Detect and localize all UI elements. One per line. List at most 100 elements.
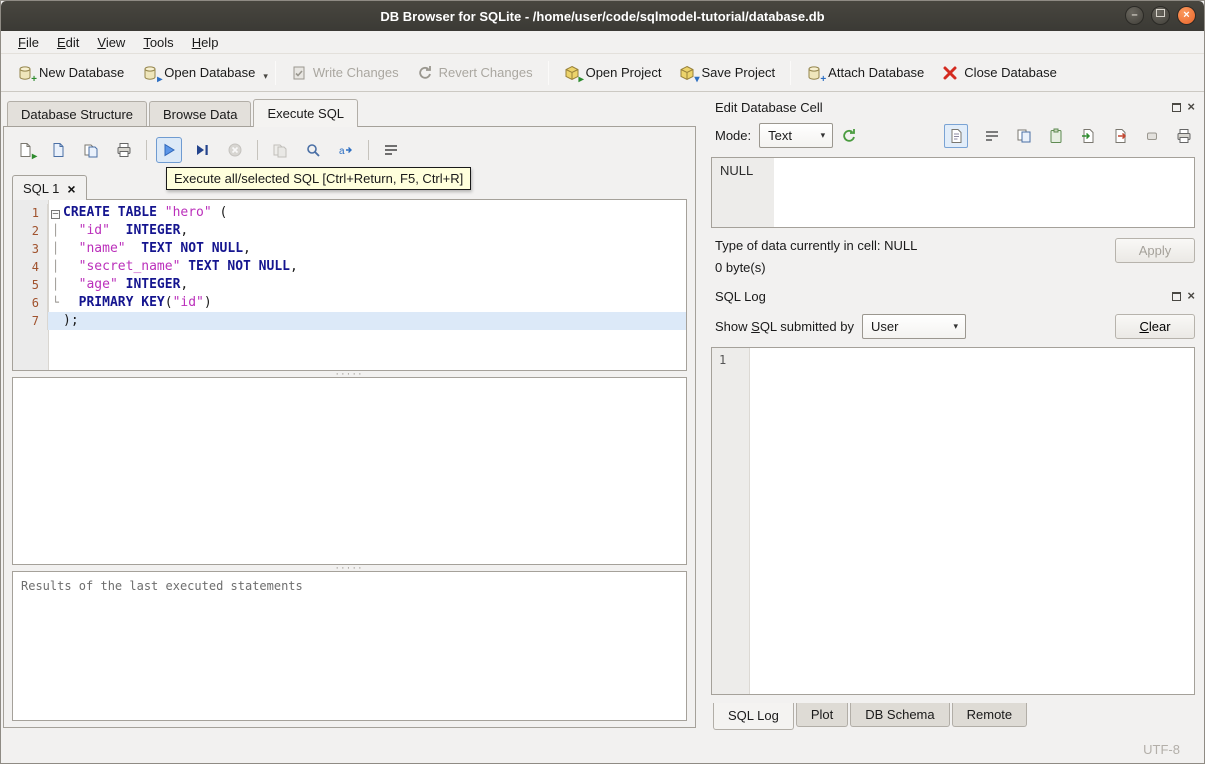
open-database-button[interactable]: ▸ Open Database xyxy=(134,59,263,87)
attach-database-label: Attach Database xyxy=(828,65,925,80)
tab-remote[interactable]: Remote xyxy=(951,703,1028,727)
editor-line[interactable]: 3 │ "name" TEXT NOT NULL, xyxy=(13,240,686,258)
project-open-icon: ▸ xyxy=(564,65,584,84)
save-sql-as-icon xyxy=(83,142,99,158)
save-project-button[interactable]: ▾ Save Project xyxy=(671,59,783,87)
tab-execute-sql[interactable]: Execute SQL xyxy=(253,99,359,127)
export-cell-button[interactable] xyxy=(1112,128,1128,144)
write-changes-button[interactable]: Write Changes xyxy=(283,59,407,87)
mode-select[interactable]: Text ▾ xyxy=(759,123,834,148)
line-number: 5 xyxy=(13,276,48,294)
line-number: 2 xyxy=(13,222,48,240)
execute-all-button[interactable] xyxy=(156,137,182,163)
stop-execution-button[interactable] xyxy=(222,137,248,163)
editor-line[interactable]: 2 │ "id" INTEGER, xyxy=(13,222,686,240)
results-grid-pane[interactable] xyxy=(12,377,687,565)
code-token: "name" xyxy=(78,241,126,256)
menu-file[interactable]: File xyxy=(9,33,48,52)
splitter-dots-icon: ····· xyxy=(335,368,364,380)
edit-cell-title: Edit Database Cell xyxy=(715,99,823,115)
window-title: DB Browser for SQLite - /home/user/code/… xyxy=(380,8,825,24)
code-token: CREATE TABLE xyxy=(63,205,157,220)
print-sql-button[interactable] xyxy=(111,137,137,163)
print-cell-button[interactable] xyxy=(1176,128,1192,144)
sql-log-area[interactable]: 1 xyxy=(711,347,1195,695)
sql-log-header: SQL Log × xyxy=(711,285,1195,307)
fold-marker: │ xyxy=(52,224,59,237)
close-tab-icon[interactable]: × xyxy=(67,182,75,196)
find-button[interactable] xyxy=(300,137,326,163)
titlebar[interactable]: DB Browser for SQLite - /home/user/code/… xyxy=(1,1,1204,31)
editor-line[interactable]: 5 │ "age" INTEGER, xyxy=(13,276,686,294)
log-line-number: 1 xyxy=(719,353,727,367)
save-sql-as-button[interactable] xyxy=(78,137,104,163)
minimize-button[interactable]: – xyxy=(1125,6,1144,25)
cell-content-editor[interactable]: NULL xyxy=(711,157,1195,228)
editor-line[interactable]: 4 │ "secret_name" TEXT NOT NULL, xyxy=(13,258,686,276)
save-results-button[interactable] xyxy=(267,137,293,163)
word-wrap-icon xyxy=(383,142,399,158)
close-window-button[interactable]: × xyxy=(1177,6,1196,25)
sql-editor-lines: 1– CREATE TABLE "hero" (2 │ "id" INTEGER, 3… xyxy=(13,204,686,330)
word-wrap-cell-button[interactable] xyxy=(984,128,1000,144)
code-token: INTEGER xyxy=(125,277,181,292)
apply-button[interactable]: Apply xyxy=(1115,238,1195,263)
tab-plot[interactable]: Plot xyxy=(795,703,849,727)
editor-line[interactable]: 1– CREATE TABLE "hero" ( xyxy=(13,204,686,222)
auto-detect-mode-button[interactable] xyxy=(841,128,857,144)
tab-sql-log[interactable]: SQL Log xyxy=(713,703,794,730)
maximize-button[interactable] xyxy=(1151,6,1170,25)
menu-view[interactable]: View xyxy=(88,33,134,52)
write-changes-label: Write Changes xyxy=(312,65,399,80)
copy-cell-button[interactable] xyxy=(1016,128,1032,144)
fold-marker[interactable]: – xyxy=(48,204,63,222)
close-database-button[interactable]: Close Database xyxy=(934,59,1065,87)
open-sql-file-button[interactable]: ▸ xyxy=(12,137,38,163)
code-token: , xyxy=(243,241,251,256)
database-attach-icon: + xyxy=(806,65,826,84)
tab-database-structure[interactable]: Database Structure xyxy=(7,101,148,127)
text-mode-button[interactable] xyxy=(944,123,968,148)
sql-log-controls: Show SQL submitted by User ▾ Clear xyxy=(715,314,1195,339)
tab-db-schema[interactable]: DB Schema xyxy=(850,703,950,727)
sql-tab[interactable]: SQL 1 × xyxy=(12,175,87,200)
sql-editor[interactable]: 1– CREATE TABLE "hero" (2 │ "id" INTEGER, 3… xyxy=(12,199,687,371)
format-sql-button[interactable]: a xyxy=(333,137,359,163)
results-message-pane[interactable]: Results of the last executed statements xyxy=(12,571,687,721)
float-dock-icon[interactable] xyxy=(1172,291,1182,301)
tab-browse-data[interactable]: Browse Data xyxy=(149,101,252,127)
code-token: ) xyxy=(203,295,212,310)
attach-database-button[interactable]: + Attach Database xyxy=(798,59,932,87)
open-project-button[interactable]: ▸ Open Project xyxy=(556,59,670,87)
tooltip: Execute all/selected SQL [Ctrl+Return, F… xyxy=(166,167,472,190)
database-open-icon: ▸ xyxy=(142,65,162,84)
find-icon xyxy=(305,142,321,158)
set-null-button[interactable] xyxy=(1144,128,1160,144)
save-sql-file-icon xyxy=(50,142,66,158)
app-window: DB Browser for SQLite - /home/user/code/… xyxy=(0,0,1205,764)
fold-marker: │ xyxy=(52,278,59,291)
editor-line[interactable]: 6 └ PRIMARY KEY("id") xyxy=(13,294,686,312)
float-dock-icon[interactable] xyxy=(1172,102,1182,112)
menu-help[interactable]: Help xyxy=(183,33,228,52)
cell-size-info: 0 byte(s) xyxy=(715,260,766,275)
log-filter-select[interactable]: User ▾ xyxy=(862,314,966,339)
new-database-button[interactable]: + New Database xyxy=(9,59,132,87)
code-token: PRIMARY KEY xyxy=(78,295,165,310)
word-wrap-button[interactable] xyxy=(378,137,404,163)
close-dock-icon[interactable]: × xyxy=(1187,100,1195,113)
revert-changes-button[interactable]: Revert Changes xyxy=(409,59,541,87)
editor-line[interactable]: 7); xyxy=(13,312,686,330)
execute-current-line-button[interactable] xyxy=(189,137,215,163)
paste-cell-button[interactable] xyxy=(1048,128,1064,144)
open-database-dropdown-icon[interactable]: ▾ xyxy=(263,63,268,82)
menu-edit[interactable]: Edit xyxy=(48,33,88,52)
save-sql-file-button[interactable] xyxy=(45,137,71,163)
import-cell-button[interactable] xyxy=(1080,128,1096,144)
close-dock-icon[interactable]: × xyxy=(1187,289,1195,302)
menu-tools[interactable]: Tools xyxy=(134,33,182,52)
clear-log-button[interactable]: Clear xyxy=(1115,314,1195,339)
